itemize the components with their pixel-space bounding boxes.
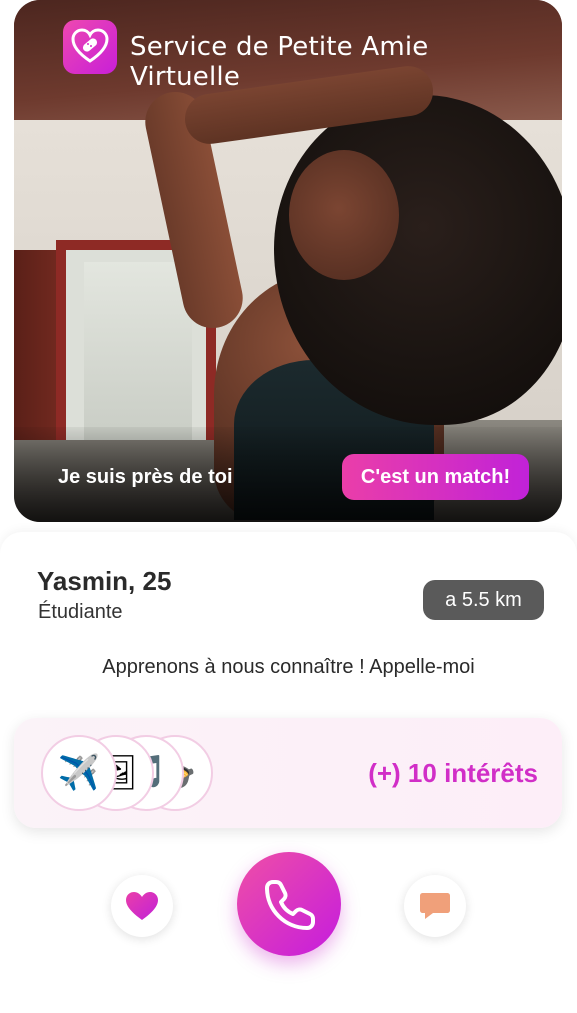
heart-bandage-icon	[63, 20, 117, 74]
call-button[interactable]	[237, 852, 341, 956]
chat-bubble-icon	[420, 893, 450, 919]
app-brand	[63, 20, 117, 74]
phone-icon	[265, 880, 315, 930]
distance-badge: a 5.5 km	[423, 580, 544, 620]
like-button[interactable]	[111, 875, 173, 937]
match-button[interactable]: C'est un match!	[342, 454, 529, 500]
chat-button[interactable]	[404, 875, 466, 937]
profile-name-age: Yasmin, 25	[37, 566, 172, 596]
app-title: Service de Petite Amie Virtuelle	[130, 32, 429, 92]
photo-doorway	[84, 262, 192, 440]
interests-count[interactable]: (+) 10 intérêts	[368, 758, 538, 789]
heart-icon	[126, 892, 158, 920]
photo-person-face	[289, 150, 399, 280]
profile-occupation: Étudiante	[38, 601, 123, 623]
near-you-text: Je suis près de toi	[58, 466, 233, 488]
profile-tagline: Apprenons à nous connaître ! Appelle-moi	[102, 656, 475, 678]
airplane-icon: ✈️	[41, 735, 117, 811]
